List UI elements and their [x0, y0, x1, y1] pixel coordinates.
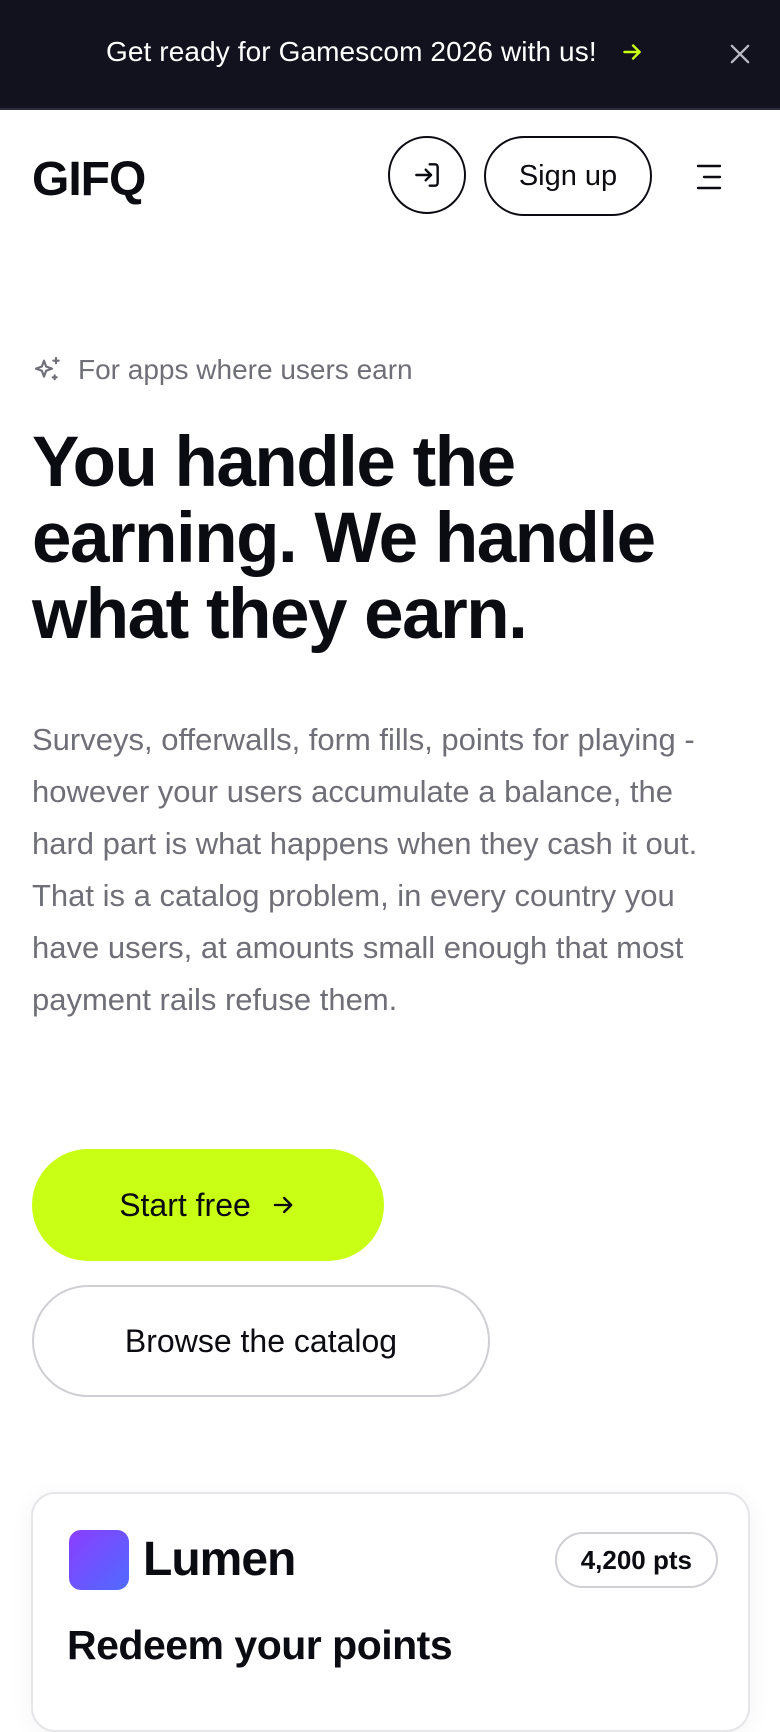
login-button[interactable] [388, 136, 466, 214]
card-title: Redeem your points [67, 1622, 453, 1668]
points-badge: 4,200 pts [554, 1532, 718, 1588]
announcement-bar: Get ready for Gamescom 2026 with us! [0, 0, 780, 110]
redeem-preview-card: Lumen 4,200 pts Redeem your points [31, 1492, 750, 1732]
browse-catalog-button[interactable]: Browse the catalog [32, 1285, 490, 1397]
logo[interactable]: GIFQ [32, 152, 146, 207]
eyebrow-text: For apps where users earn [78, 354, 413, 385]
close-icon[interactable] [726, 40, 754, 68]
start-free-button[interactable]: Start free [32, 1149, 384, 1261]
brand-name: Lumen [143, 1533, 296, 1586]
hero-eyebrow: For apps where users earn [32, 354, 413, 386]
sign-up-button[interactable]: Sign up [484, 136, 652, 216]
hero-headline: You handle the earning. We handle what t… [32, 423, 656, 654]
announcement-link[interactable]: Get ready for Gamescom 2026 with us! [106, 36, 645, 68]
site-header: GIFQ Sign up [0, 110, 780, 240]
hero-description: Surveys, offerwalls, form fills, points … [32, 722, 698, 1017]
hamburger-menu-icon[interactable] [690, 160, 730, 194]
start-free-label: Start free [119, 1186, 251, 1223]
announcement-text: Get ready for Gamescom 2026 with us! [106, 36, 597, 67]
brand-logo [69, 1530, 129, 1590]
arrow-right-icon [273, 1196, 293, 1214]
login-icon [415, 163, 439, 187]
arrow-right-icon [622, 44, 641, 60]
sparkles-icon [34, 356, 60, 381]
